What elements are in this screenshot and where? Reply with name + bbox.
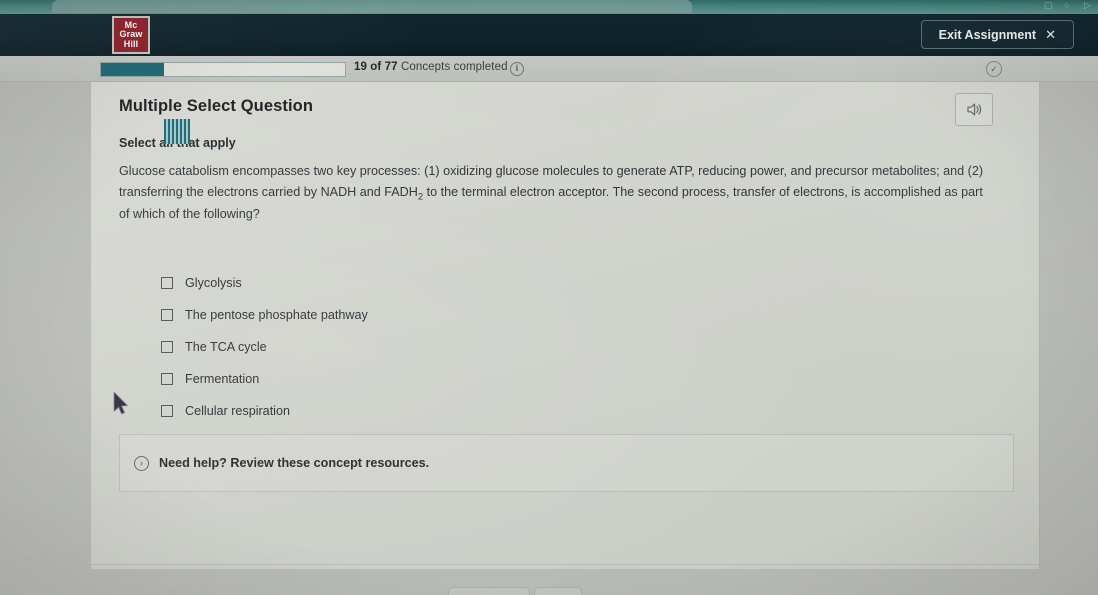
answer-options: Glycolysis The pentose phosphate pathway… — [161, 267, 761, 427]
speaker-icon[interactable] — [955, 93, 993, 126]
checkbox-icon[interactable] — [161, 373, 173, 385]
concept-resources-bar[interactable]: › Need help? Review these concept resour… — [119, 434, 1014, 492]
option-label: Fermentation — [185, 372, 260, 386]
browser-toolbar-icons: ▢ ○ ▷ — [1044, 1, 1092, 10]
progress-label-suffix: Concepts completed — [400, 61, 508, 73]
info-icon[interactable]: i — [510, 62, 524, 76]
progress-label: 19 of 77 Concepts completed — [354, 61, 508, 73]
close-icon: ✕ — [1045, 26, 1056, 42]
app-header: Mc Graw Hill Exit Assignment ✕ — [0, 14, 1098, 56]
option-row-2[interactable]: The TCA cycle — [161, 331, 761, 363]
assignment-screen: ▢ ○ ▷ Mc Graw Hill Exit Assignment ✕ 19 … — [0, 0, 1098, 595]
checkbox-icon[interactable] — [161, 277, 173, 289]
mcgraw-hill-logo: Mc Graw Hill — [112, 16, 150, 54]
progress-count: 19 of 77 — [354, 61, 398, 73]
footer-divider — [91, 564, 1039, 565]
history-icon[interactable]: ○ — [1064, 1, 1072, 10]
question-body: Glucose catabolism encompasses two key p… — [119, 161, 995, 226]
option-row-0[interactable]: Glycolysis — [161, 267, 761, 299]
checkbox-icon[interactable] — [161, 341, 173, 353]
share-icon[interactable]: ▷ — [1084, 1, 1092, 10]
browser-chrome: ▢ ○ ▷ — [0, 0, 1098, 14]
option-row-3[interactable]: Fermentation — [161, 363, 761, 395]
option-row-4[interactable]: Cellular respiration — [161, 395, 761, 427]
option-label: Glycolysis — [185, 276, 242, 290]
bottom-action-button-secondary[interactable] — [534, 587, 582, 595]
progress-bar-fill — [101, 63, 165, 76]
progress-bar-stripes — [164, 119, 190, 144]
bookmark-icon[interactable]: ▢ — [1044, 1, 1053, 10]
exit-assignment-label: Exit Assignment — [938, 27, 1037, 42]
checkbox-icon[interactable] — [161, 309, 173, 321]
option-label: The TCA cycle — [185, 340, 267, 354]
progress-bar — [100, 62, 346, 77]
question-card: Multiple Select Question Select all that… — [90, 82, 1040, 569]
browser-tab[interactable] — [52, 0, 692, 13]
option-row-1[interactable]: The pentose phosphate pathway — [161, 299, 761, 331]
bottom-action-button-primary[interactable] — [448, 587, 530, 595]
concept-resources-label: Need help? Review these concept resource… — [159, 456, 430, 470]
logo-line-3: Hill — [123, 38, 139, 49]
option-label: The pentose phosphate pathway — [185, 308, 368, 322]
option-label: Cellular respiration — [185, 404, 290, 418]
progress-strip: 19 of 77 Concepts completed i ✓ — [0, 56, 1098, 144]
question-type-title: Multiple Select Question — [119, 97, 314, 115]
chevron-right-icon: › — [134, 455, 149, 471]
exit-assignment-button[interactable]: Exit Assignment ✕ — [920, 20, 1074, 49]
checkbox-icon[interactable] — [161, 405, 173, 417]
check-circle-icon[interactable]: ✓ — [986, 61, 1002, 77]
